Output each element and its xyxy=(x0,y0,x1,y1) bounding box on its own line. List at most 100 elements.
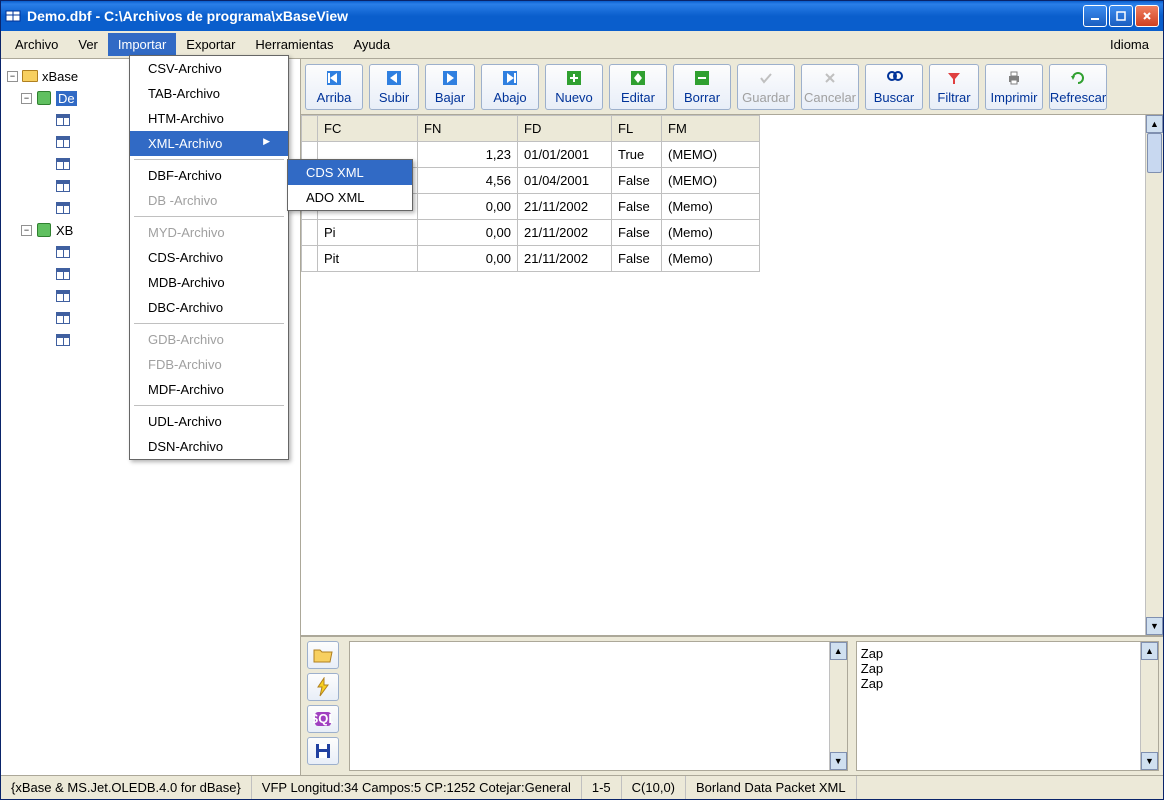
table-icon xyxy=(55,332,71,348)
output-line: Zap xyxy=(861,661,1154,676)
menu-idioma[interactable]: Idioma xyxy=(1100,33,1159,56)
menu-dbc[interactable]: DBC-Archivo xyxy=(130,295,288,320)
table-icon xyxy=(55,178,71,194)
menu-csv[interactable]: CSV-Archivo xyxy=(130,56,288,81)
grid-scrollbar[interactable]: ▲ ▼ xyxy=(1145,115,1163,635)
col-fd[interactable]: FD xyxy=(518,116,612,142)
menu-exportar[interactable]: Exportar xyxy=(176,33,245,56)
output-line: Zap xyxy=(861,646,1154,661)
table-icon xyxy=(55,200,71,216)
table-icon xyxy=(55,156,71,172)
btn-buscar[interactable]: Buscar xyxy=(865,64,923,110)
menu-cds[interactable]: CDS-Archivo xyxy=(130,245,288,270)
menu-dsn[interactable]: DSN-Archivo xyxy=(130,434,288,459)
output-line: Zap xyxy=(861,676,1154,691)
query-pane[interactable]: ▲▼ xyxy=(349,641,848,771)
expand-icon[interactable]: − xyxy=(7,71,18,82)
tree-item-de[interactable]: De xyxy=(56,91,77,106)
cancel-icon xyxy=(820,68,840,88)
btn-filtrar[interactable]: Filtrar xyxy=(929,64,979,110)
last-icon xyxy=(500,68,520,88)
btn-savefile[interactable] xyxy=(307,737,339,765)
btn-sql[interactable]: SQL xyxy=(307,705,339,733)
diskette-icon xyxy=(314,742,332,760)
menu-fdb: FDB-Archivo xyxy=(130,352,288,377)
menu-xml[interactable]: XML-Archivo xyxy=(130,131,288,156)
print-icon xyxy=(1004,68,1024,88)
menu-separator xyxy=(134,405,284,406)
col-fn[interactable]: FN xyxy=(418,116,518,142)
expand-icon[interactable]: − xyxy=(21,93,32,104)
status-engine: {xBase & MS.Jet.OLEDB.4.0 for dBase} xyxy=(1,776,252,799)
filter-icon xyxy=(944,68,964,88)
btn-editar[interactable]: Editar xyxy=(609,64,667,110)
menu-udl[interactable]: UDL-Archivo xyxy=(130,409,288,434)
next-icon xyxy=(440,68,460,88)
minimize-button[interactable] xyxy=(1083,5,1107,27)
tree-item-xb[interactable]: XB xyxy=(56,223,73,238)
data-grid[interactable]: FC FN FD FL FM 1,2301/01/2001True(MEMO) … xyxy=(301,115,1163,635)
table-row[interactable]: Pi0,0021/11/2002False(Memo) xyxy=(302,220,760,246)
table-icon xyxy=(55,310,71,326)
delete-icon xyxy=(692,68,712,88)
btn-arriba[interactable]: Arriba xyxy=(305,64,363,110)
col-fl[interactable]: FL xyxy=(612,116,662,142)
lightning-icon xyxy=(316,677,330,697)
first-icon xyxy=(324,68,344,88)
menu-importar[interactable]: Importar xyxy=(108,33,176,56)
menu-archivo[interactable]: Archivo xyxy=(5,33,68,56)
output-pane[interactable]: Zap Zap Zap ▲▼ xyxy=(856,641,1159,771)
menu-dbf[interactable]: DBF-Archivo xyxy=(130,163,288,188)
btn-borrar[interactable]: Borrar xyxy=(673,64,731,110)
menu-htm[interactable]: HTM-Archivo xyxy=(130,106,288,131)
toolbar: Arriba Subir Bajar Abajo Nuevo Editar Bo… xyxy=(301,59,1163,115)
menu-herramientas[interactable]: Herramientas xyxy=(245,33,343,56)
status-range: 1-5 xyxy=(582,776,622,799)
menu-ver[interactable]: Ver xyxy=(68,33,108,56)
btn-subir[interactable]: Subir xyxy=(369,64,419,110)
side-toolbar: SQL xyxy=(301,637,345,775)
new-icon xyxy=(564,68,584,88)
maximize-button[interactable] xyxy=(1109,5,1133,27)
importar-menu: CSV-Archivo TAB-Archivo HTM-Archivo XML-… xyxy=(129,55,289,460)
menu-separator xyxy=(134,216,284,217)
menu-separator xyxy=(134,159,284,160)
folder-open-icon xyxy=(313,647,333,663)
table-row[interactable]: Pit0,0021/11/2002False(Memo) xyxy=(302,246,760,272)
table-icon xyxy=(55,134,71,150)
scroll-down-icon[interactable]: ▼ xyxy=(1146,617,1163,635)
submenu-ado-xml[interactable]: ADO XML xyxy=(288,185,412,210)
btn-nuevo[interactable]: Nuevo xyxy=(545,64,603,110)
btn-execute[interactable] xyxy=(307,673,339,701)
menu-tab[interactable]: TAB-Archivo xyxy=(130,81,288,106)
memo-scrollbar[interactable]: ▲▼ xyxy=(1140,642,1158,770)
btn-abajo[interactable]: Abajo xyxy=(481,64,539,110)
save-icon xyxy=(756,68,776,88)
menu-mdf[interactable]: MDF-Archivo xyxy=(130,377,288,402)
folder-icon xyxy=(22,68,38,84)
submenu-cds-xml[interactable]: CDS XML xyxy=(288,160,412,185)
svg-text:SQL: SQL xyxy=(313,711,333,726)
menu-gdb: GDB-Archivo xyxy=(130,327,288,352)
close-button[interactable] xyxy=(1135,5,1159,27)
btn-bajar[interactable]: Bajar xyxy=(425,64,475,110)
menu-ayuda[interactable]: Ayuda xyxy=(343,33,400,56)
menu-mdb[interactable]: MDB-Archivo xyxy=(130,270,288,295)
search-icon xyxy=(884,68,904,88)
expand-icon[interactable]: − xyxy=(21,225,32,236)
col-fm[interactable]: FM xyxy=(662,116,760,142)
col-fc[interactable]: FC xyxy=(318,116,418,142)
btn-imprimir[interactable]: Imprimir xyxy=(985,64,1043,110)
database-icon xyxy=(36,222,52,238)
table-icon xyxy=(55,244,71,260)
btn-guardar: Guardar xyxy=(737,64,795,110)
memo-scrollbar[interactable]: ▲▼ xyxy=(829,642,847,770)
scroll-thumb[interactable] xyxy=(1147,133,1162,173)
tree-root[interactable]: xBase xyxy=(42,69,78,84)
status-info: VFP Longitud:34 Campos:5 CP:1252 Cotejar… xyxy=(252,776,582,799)
btn-open[interactable] xyxy=(307,641,339,669)
table-icon xyxy=(55,266,71,282)
menu-db: DB -Archivo xyxy=(130,188,288,213)
scroll-up-icon[interactable]: ▲ xyxy=(1146,115,1163,133)
btn-refrescar[interactable]: Refrescar xyxy=(1049,64,1107,110)
